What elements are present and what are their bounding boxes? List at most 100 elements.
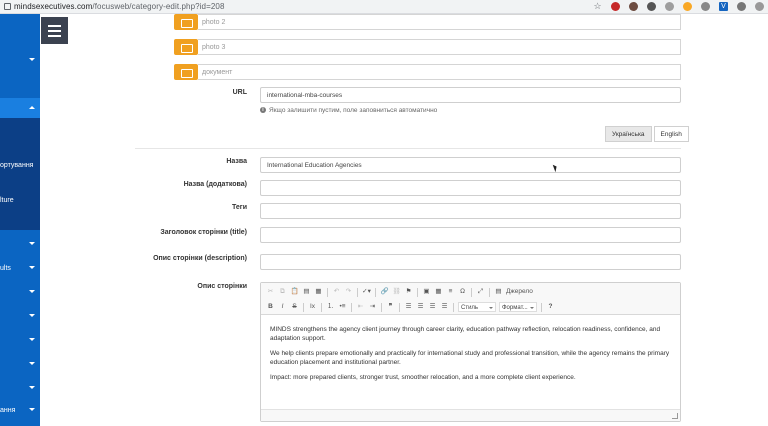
help-icon[interactable]: ? bbox=[546, 302, 555, 312]
extension-icon[interactable]: V bbox=[719, 2, 728, 11]
horizontal-line-icon[interactable]: ≡ bbox=[446, 287, 455, 297]
name-extra-input[interactable] bbox=[260, 180, 681, 196]
bookmark-star-icon[interactable]: ☆ bbox=[593, 2, 602, 11]
image-icon[interactable]: ▣ bbox=[422, 287, 431, 297]
indent-icon[interactable]: ⇥ bbox=[368, 302, 377, 312]
sidebar-submenu-item[interactable]: ортування bbox=[0, 162, 33, 169]
paste-icon[interactable]: 📋 bbox=[290, 287, 299, 297]
redo-icon[interactable]: ↷ bbox=[344, 287, 353, 297]
bold-icon[interactable]: B bbox=[266, 302, 275, 312]
extension-icon[interactable] bbox=[737, 2, 746, 11]
sidebar-item[interactable] bbox=[0, 354, 40, 376]
folder-icon[interactable] bbox=[174, 64, 198, 80]
toolbar-separator bbox=[327, 287, 328, 297]
toolbar-separator bbox=[303, 302, 304, 312]
sidebar-item[interactable] bbox=[0, 378, 40, 400]
special-char-icon[interactable]: Ω bbox=[458, 287, 467, 297]
sidebar-item-label: ання bbox=[0, 407, 16, 414]
table-icon[interactable]: ▦ bbox=[434, 287, 443, 297]
toolbar-row-2: B I S Ix ⒈ •≡ ⇤ ⇥ ❞ ☰ ☰ ☰ ☰ Стиль Формат… bbox=[266, 301, 555, 313]
page-title-label: Заголовок сторінки (title) bbox=[160, 229, 247, 236]
extension-icon[interactable] bbox=[683, 2, 692, 11]
sidebar-item-active[interactable] bbox=[0, 98, 40, 120]
editor-paragraph: MINDS strengthens the agency client jour… bbox=[270, 326, 661, 342]
toolbar-separator bbox=[471, 287, 472, 297]
sidebar: ортування lture ults ання bbox=[0, 14, 40, 426]
extension-toolbar: ☆ V bbox=[593, 2, 764, 11]
folder-icon[interactable] bbox=[174, 14, 198, 30]
style-select[interactable]: Стиль bbox=[458, 302, 496, 312]
language-tabs: Українська English bbox=[605, 126, 689, 142]
numbered-list-icon[interactable]: ⒈ bbox=[326, 302, 335, 312]
outdent-icon[interactable]: ⇤ bbox=[356, 302, 365, 312]
bulleted-list-icon[interactable]: •≡ bbox=[338, 302, 347, 312]
name-label: Назва bbox=[226, 158, 247, 165]
sidebar-item[interactable] bbox=[0, 282, 40, 304]
toolbar-separator bbox=[357, 287, 358, 297]
source-icon[interactable]: ▤ bbox=[494, 287, 503, 297]
editor-paragraph: Impact: more prepared clients, stronger … bbox=[270, 374, 576, 381]
sidebar-submenu-item[interactable]: lture bbox=[0, 197, 14, 204]
description-label: Опис сторінки bbox=[197, 283, 247, 290]
sidebar-item[interactable]: ання bbox=[0, 400, 40, 422]
italic-icon[interactable]: I bbox=[278, 302, 287, 312]
link-icon[interactable]: 🔗 bbox=[380, 287, 389, 297]
browser-address-bar[interactable]: mindsexecutives.com/focusweb/category-ed… bbox=[0, 0, 768, 14]
sidebar-item[interactable] bbox=[0, 306, 40, 328]
copy-icon[interactable]: ⧉ bbox=[278, 287, 287, 297]
document-field[interactable]: документ bbox=[198, 64, 681, 80]
extension-icon[interactable] bbox=[611, 2, 620, 11]
paste-text-icon[interactable]: ▤ bbox=[302, 287, 311, 297]
sidebar-item[interactable] bbox=[0, 330, 40, 352]
extension-icon[interactable] bbox=[647, 2, 656, 11]
remove-format-icon[interactable]: Ix bbox=[308, 302, 317, 312]
profile-avatar[interactable] bbox=[755, 2, 764, 11]
align-right-icon[interactable]: ☰ bbox=[428, 302, 437, 312]
folder-icon[interactable] bbox=[174, 39, 198, 55]
spellcheck-icon[interactable]: ✓▾ bbox=[362, 287, 371, 297]
name-input[interactable]: International Education Agencies bbox=[260, 157, 681, 173]
format-select[interactable]: Формат... bbox=[499, 302, 537, 312]
toolbar-row-1: ✂ ⧉ 📋 ▤ ▦ ↶ ↷ ✓▾ 🔗 ⛓ ⚑ ▣ ▦ ≡ Ω ⤢ ▤ Джере… bbox=[266, 286, 533, 298]
cut-icon[interactable]: ✂ bbox=[266, 287, 275, 297]
justify-icon[interactable]: ☰ bbox=[440, 302, 449, 312]
page-description-input[interactable] bbox=[260, 254, 681, 270]
strikethrough-icon[interactable]: S bbox=[290, 302, 299, 312]
url-text[interactable]: mindsexecutives.com/focusweb/category-ed… bbox=[14, 2, 225, 11]
paste-word-icon[interactable]: ▦ bbox=[314, 287, 323, 297]
sidebar-item[interactable]: ults bbox=[0, 258, 40, 280]
url-hint: i Якщо залишити пустим, поле заповниться … bbox=[260, 107, 437, 114]
url-input[interactable]: international-mba-courses bbox=[260, 87, 681, 103]
chevron-down-icon bbox=[29, 338, 35, 341]
extension-icon[interactable] bbox=[701, 2, 710, 11]
blockquote-icon[interactable]: ❞ bbox=[386, 302, 395, 312]
extension-icon[interactable] bbox=[629, 2, 638, 11]
tags-input[interactable] bbox=[260, 203, 681, 219]
toolbar-separator bbox=[417, 287, 418, 297]
toolbar-separator bbox=[541, 302, 542, 312]
align-center-icon[interactable]: ☰ bbox=[416, 302, 425, 312]
extension-icon[interactable] bbox=[665, 2, 674, 11]
sidebar-item[interactable] bbox=[0, 234, 40, 256]
chevron-down-icon bbox=[29, 266, 35, 269]
maximize-icon[interactable]: ⤢ bbox=[476, 287, 485, 297]
sidebar-item[interactable] bbox=[0, 50, 40, 72]
unlink-icon[interactable]: ⛓ bbox=[392, 287, 401, 297]
chevron-down-icon bbox=[29, 386, 35, 389]
page-title-input[interactable] bbox=[260, 227, 681, 243]
resize-handle-icon[interactable] bbox=[672, 413, 678, 419]
undo-icon[interactable]: ↶ bbox=[332, 287, 341, 297]
editor-content[interactable]: MINDS strengthens the agency client jour… bbox=[270, 325, 672, 388]
anchor-flag-icon[interactable]: ⚑ bbox=[404, 287, 413, 297]
chevron-down-icon bbox=[29, 362, 35, 365]
photo2-field[interactable]: photo 2 bbox=[198, 14, 681, 30]
site-info-icon[interactable] bbox=[4, 3, 11, 10]
toolbar-separator bbox=[351, 302, 352, 312]
source-button[interactable]: Джерело bbox=[506, 287, 533, 297]
photo3-field[interactable]: photo 3 bbox=[198, 39, 681, 55]
tab-english[interactable]: English bbox=[653, 126, 689, 142]
name-extra-label: Назва (додаткова) bbox=[183, 181, 247, 188]
align-left-icon[interactable]: ☰ bbox=[404, 302, 413, 312]
toolbar-separator bbox=[381, 302, 382, 312]
tab-ukrainian[interactable]: Українська bbox=[605, 126, 652, 142]
